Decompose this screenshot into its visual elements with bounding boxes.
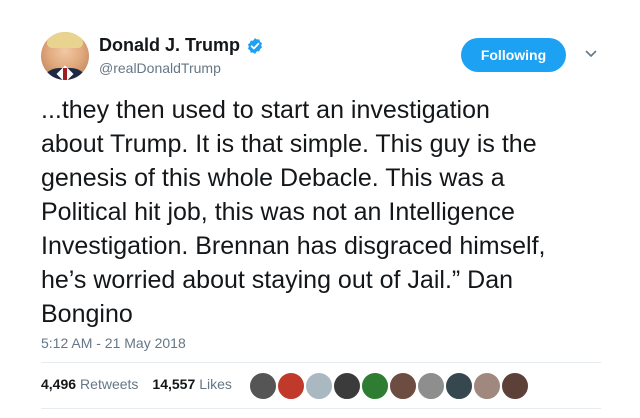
author-display-name[interactable]: Donald J. Trump bbox=[99, 35, 240, 56]
tweet-timestamp[interactable]: 5:12 AM - 21 May 2018 bbox=[41, 335, 186, 351]
retweets-label: Retweets bbox=[80, 376, 139, 392]
liker-avatar[interactable] bbox=[416, 371, 446, 401]
likes-label: Likes bbox=[199, 376, 232, 392]
chevron-down-icon[interactable] bbox=[585, 48, 597, 60]
tweet-text: ...they then used to start an investigat… bbox=[41, 96, 546, 328]
author-name-row[interactable]: Donald J. Trump bbox=[99, 35, 264, 56]
tweet-card: Donald J. Trump @realDonaldTrump Followi… bbox=[0, 0, 640, 418]
likers-avatars bbox=[248, 371, 530, 401]
divider bbox=[41, 408, 601, 409]
divider bbox=[41, 362, 601, 363]
liker-avatar[interactable] bbox=[388, 371, 418, 401]
retweets-count: 4,496 bbox=[41, 376, 77, 392]
liker-avatar[interactable] bbox=[248, 371, 278, 401]
retweets-stat[interactable]: 4,496 Retweets bbox=[41, 376, 138, 392]
liker-avatar[interactable] bbox=[304, 371, 334, 401]
liker-avatar[interactable] bbox=[332, 371, 362, 401]
liker-avatar[interactable] bbox=[276, 371, 306, 401]
likes-count: 14,557 bbox=[152, 376, 196, 392]
verified-badge-icon bbox=[248, 37, 262, 54]
liker-avatar[interactable] bbox=[444, 371, 474, 401]
liker-avatar[interactable] bbox=[500, 371, 530, 401]
avatar[interactable] bbox=[41, 32, 89, 80]
likes-stat[interactable]: 14,557 Likes bbox=[152, 376, 232, 392]
liker-avatar[interactable] bbox=[360, 371, 390, 401]
tweet-stats: 4,496 Retweets 14,557 Likes bbox=[41, 376, 232, 392]
following-button[interactable]: Following bbox=[461, 38, 566, 72]
avatar-tie bbox=[63, 68, 67, 80]
author-handle[interactable]: @realDonaldTrump bbox=[99, 60, 221, 76]
liker-avatar[interactable] bbox=[472, 371, 502, 401]
avatar-hair bbox=[47, 32, 83, 48]
